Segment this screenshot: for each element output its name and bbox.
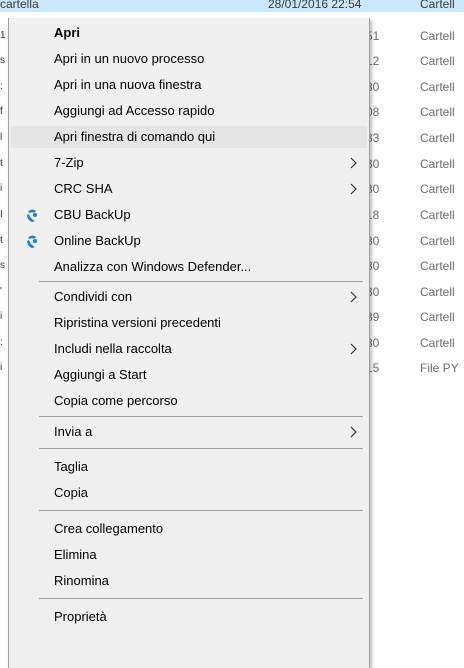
- menu-item-label: Apri finestra di comando qui: [54, 129, 216, 144]
- file-type: Cartell: [420, 310, 455, 324]
- file-type: Cartell: [420, 131, 455, 145]
- submenu-arrow-icon: [350, 157, 357, 169]
- file-name-fragment: I: [0, 209, 3, 220]
- menu-separator: [39, 510, 363, 511]
- menu-item-label: CBU BackUp: [54, 207, 131, 222]
- menu-item-online-backup[interactable]: Online BackUp: [11, 230, 367, 252]
- menu-item-7zip[interactable]: 7-Zip: [11, 152, 367, 174]
- file-type: Cartell: [420, 234, 455, 248]
- menu-item-label: Includi nella raccolta: [54, 341, 172, 356]
- file-name-fragment: t: [0, 158, 3, 169]
- menu-item-label: 7-Zip: [54, 155, 84, 170]
- file-name-fragment: i: [0, 311, 3, 322]
- menu-item-open-new-window[interactable]: Apri in una nuova finestra: [11, 74, 367, 96]
- submenu-arrow-icon: [350, 183, 357, 195]
- menu-separator: [39, 598, 363, 599]
- menu-item-label: Crea collegamento: [54, 521, 164, 536]
- menu-item-label: Aggiungi a Start: [54, 367, 147, 382]
- menu-item-label: Rinomina: [54, 573, 109, 588]
- file-type: Cartell: [420, 157, 455, 171]
- submenu-arrow-icon: [350, 343, 357, 355]
- menu-item-label: Analizza con Windows Defender...: [54, 259, 252, 274]
- submenu-arrow-icon: [350, 426, 357, 438]
- menu-separator: [39, 416, 363, 417]
- submenu-arrow-icon: [350, 291, 357, 303]
- file-type: Cartell: [420, 80, 455, 94]
- menu-item-delete[interactable]: Elimina: [11, 544, 367, 566]
- menu-item-windows-defender[interactable]: Analizza con Windows Defender...: [11, 256, 367, 278]
- menu-item-create-shortcut[interactable]: Crea collegamento: [11, 518, 367, 540]
- backup-icon: [27, 209, 37, 222]
- menu-item-copy-as-path[interactable]: Copia come percorso: [11, 390, 367, 412]
- file-type: File PY: [420, 361, 459, 375]
- menu-separator: [39, 448, 363, 449]
- selected-file-name: cartella: [0, 0, 39, 11]
- menu-item-cbu-backup[interactable]: CBU BackUp: [11, 204, 367, 226]
- file-type: Cartell: [420, 105, 455, 119]
- file-type: Cartell: [420, 208, 455, 222]
- menu-item-restore-versions[interactable]: Ripristina versioni precedenti: [11, 312, 367, 334]
- menu-item-cut[interactable]: Taglia: [11, 456, 367, 478]
- menu-item-label: Proprietà: [54, 609, 107, 624]
- menu-item-pin-start[interactable]: Aggiungi a Start: [11, 364, 367, 386]
- file-type: Cartell: [420, 285, 455, 299]
- file-type: Cartell: [420, 182, 455, 196]
- backup-icon: [27, 235, 37, 248]
- file-name-fragment: t: [0, 235, 3, 246]
- menu-item-label: Copia come percorso: [54, 393, 178, 408]
- menu-item-open-new-process[interactable]: Apri in un nuovo processo: [11, 48, 367, 70]
- file-type: Cartell: [420, 336, 455, 350]
- file-name-fragment: s: [0, 55, 5, 66]
- selected-file-row[interactable]: cartella 28/01/2016 22:54 Cartell: [0, 0, 464, 12]
- menu-item-properties[interactable]: Proprietà: [11, 606, 367, 628]
- menu-item-label: Taglia: [54, 459, 88, 474]
- file-type: Cartell: [420, 259, 455, 273]
- menu-item-rename[interactable]: Rinomina: [11, 570, 367, 592]
- menu-item-send-to[interactable]: Invia a: [11, 421, 367, 443]
- menu-item-label: Aggiungi ad Accesso rapido: [54, 103, 215, 118]
- menu-item-label: Apri: [54, 25, 80, 40]
- file-name-fragment: i: [0, 362, 3, 373]
- menu-item-share-with[interactable]: Condividi con: [11, 286, 367, 308]
- file-name-fragment: :: [0, 81, 3, 92]
- file-name-fragment: :: [0, 337, 3, 348]
- menu-item-label: Copia: [54, 485, 88, 500]
- file-name-fragment: s: [0, 260, 5, 271]
- screen: cartella 28/01/2016 22:54 Cartell 1 51 C…: [0, 0, 464, 668]
- menu-item-label: Condividi con: [54, 289, 133, 304]
- menu-item-open[interactable]: Apri: [11, 22, 367, 44]
- menu-item-label: Elimina: [54, 547, 97, 562]
- menu-separator: [39, 281, 363, 282]
- file-type: Cartell: [420, 29, 455, 43]
- file-name-fragment: i: [0, 183, 3, 194]
- file-name-fragment: ': [0, 286, 2, 297]
- context-menu: Apri Apri in un nuovo processo Apri in u…: [8, 18, 370, 668]
- menu-item-label: Invia a: [54, 424, 93, 439]
- selected-file-date: 28/01/2016 22:54: [268, 0, 362, 11]
- menu-item-include-library[interactable]: Includi nella raccolta: [11, 338, 367, 360]
- menu-item-label: Ripristina versioni precedenti: [54, 315, 221, 330]
- menu-item-label: Apri in una nuova finestra: [54, 77, 202, 92]
- menu-item-crc-sha[interactable]: CRC SHA: [11, 178, 367, 200]
- menu-item-open-command-window[interactable]: Apri finestra di comando qui: [11, 126, 367, 148]
- menu-item-label: Online BackUp: [54, 233, 141, 248]
- file-name-fragment: l: [0, 132, 3, 143]
- menu-item-copy[interactable]: Copia: [11, 482, 367, 504]
- menu-item-label: Apri in un nuovo processo: [54, 51, 205, 66]
- menu-item-add-quick-access[interactable]: Aggiungi ad Accesso rapido: [11, 100, 367, 122]
- file-name-fragment: 1: [0, 30, 6, 41]
- menu-item-label: CRC SHA: [54, 181, 113, 196]
- file-name-fragment: f: [0, 106, 3, 117]
- file-type: Cartell: [420, 54, 455, 68]
- selected-file-type: Cartell: [420, 0, 455, 11]
